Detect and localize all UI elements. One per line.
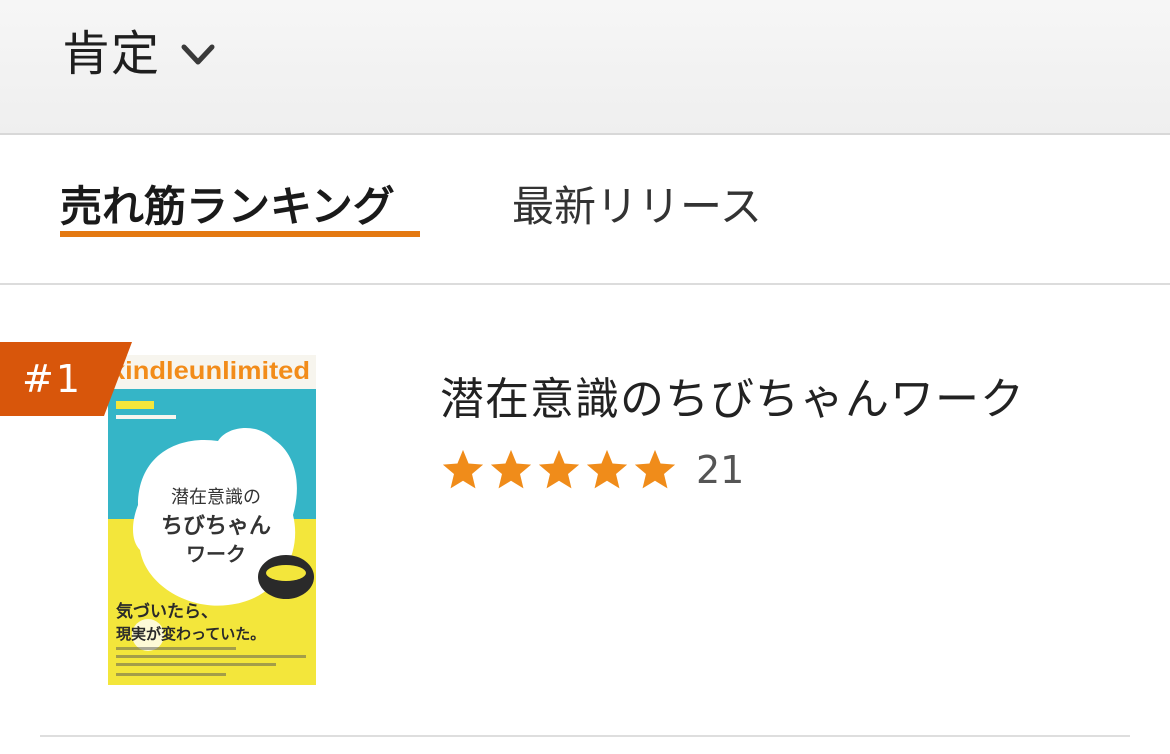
star-icon [538,449,580,489]
star-icon [634,449,676,489]
divider [40,735,1130,737]
book-cover[interactable]: kindleunlimited 潜在意識の ちびちゃん ワーク 気づいたら、 現… [108,355,316,685]
star-rating [440,447,680,493]
rank-number: #1 [22,357,83,401]
book-title[interactable]: 潜在意識のちびちゃんワーク [440,371,1025,429]
filter-bar: 肯定 [0,0,1170,135]
review-count: 21 [696,448,745,492]
cover-title-line-3: ワーク [186,542,246,566]
star-icon [442,449,484,489]
cover-title-line-1: 潜在意識の [171,487,261,508]
star-icon [586,449,628,489]
filter-dropdown[interactable]: 肯定 [62,22,218,86]
list-item[interactable]: #1 kindleunlimited 潜在意識の ちびちゃん ワーク 気づいたら… [0,285,1170,740]
cover-tagline-line-1: 気づいたら、 [115,601,218,622]
cover-tagline-line-2: 現実が変わっていた。 [116,625,265,643]
filter-label: 肯定 [62,26,161,82]
ranking-tabs: 売れ筋ランキング 最新リリース [0,135,1170,285]
cover-title-line-2: ちびちゃん [161,514,271,539]
active-tab-underline [60,231,420,237]
star-icon [490,449,532,489]
tab-bestsellers[interactable]: 売れ筋ランキング [60,179,395,235]
rating-row[interactable]: 21 [440,445,744,495]
chevron-down-icon [181,44,215,65]
cover-banner: kindleunlimited [110,357,310,385]
tab-new-releases[interactable]: 最新リリース [512,179,762,235]
